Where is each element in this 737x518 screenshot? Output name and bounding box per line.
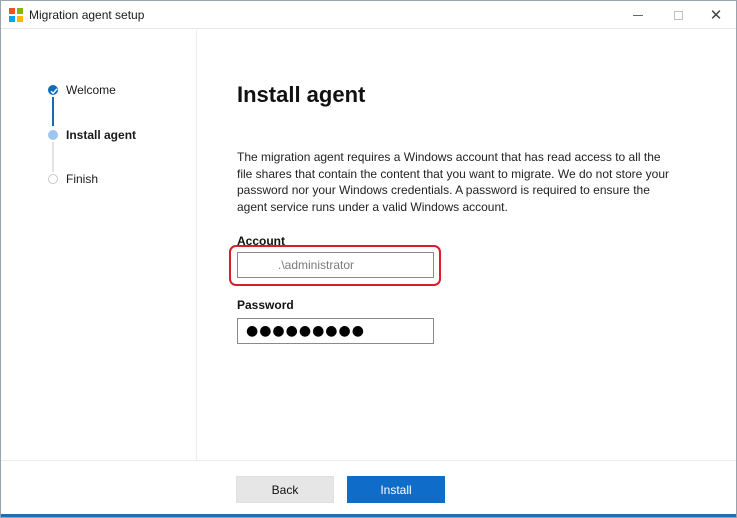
step-finish: Finish (1, 170, 197, 190)
page-title: Install agent (237, 82, 366, 107)
account-highlight-box (229, 245, 441, 286)
minimize-button[interactable] (621, 1, 655, 29)
setup-window: Migration agent setup ✕ Welcome Install … (0, 0, 737, 518)
title-bar: Migration agent setup ✕ (1, 1, 736, 29)
step-connector-completed (52, 97, 54, 126)
step-label-install-agent: Install agent (66, 128, 137, 142)
close-icon: ✕ (709, 7, 723, 24)
back-button[interactable]: Back (236, 476, 334, 503)
step-connector-pending (52, 142, 54, 172)
microsoft-logo-icon (9, 8, 23, 22)
main-content: Install agent The migration agent requir… (197, 30, 736, 460)
install-button[interactable]: Install (347, 476, 445, 503)
window-title: Migration agent setup (29, 8, 145, 22)
step-label-welcome: Welcome (66, 83, 116, 97)
steps-sidebar: Welcome Install agent Finish (1, 30, 197, 460)
maximize-icon (673, 10, 683, 20)
pending-step-dot-icon (48, 174, 58, 184)
minimize-icon (633, 14, 643, 16)
window-bottom-border (1, 514, 736, 517)
password-label: Password (237, 298, 294, 312)
maximize-button[interactable] (661, 1, 695, 29)
close-button[interactable]: ✕ (699, 1, 733, 29)
step-install-agent: Install agent (1, 126, 197, 146)
password-field[interactable]: ●●●●●●●●● (237, 318, 434, 344)
footer: Back Install (1, 460, 736, 517)
step-label-finish: Finish (66, 172, 99, 186)
current-step-dot-icon (48, 130, 58, 140)
step-welcome: Welcome (1, 81, 197, 101)
description-text: The migration agent requires a Windows a… (237, 150, 670, 214)
checkmark-icon (48, 85, 58, 95)
